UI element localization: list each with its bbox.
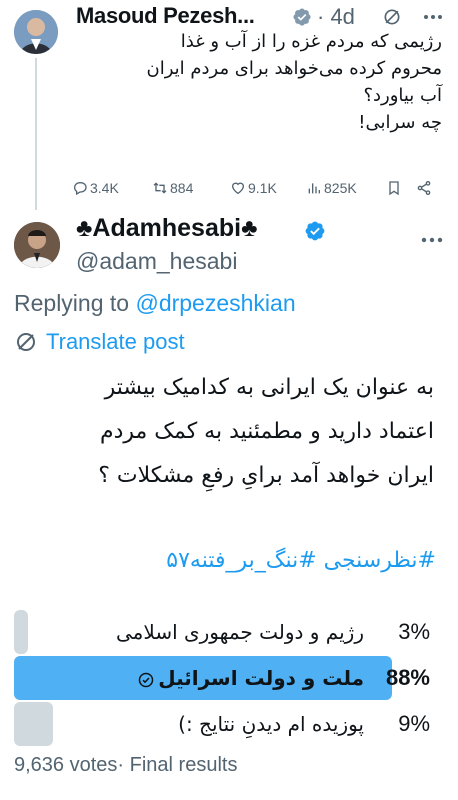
poll-option-label-text: ملت و دولت اسرائیل [158, 666, 364, 690]
text-line: اعتماد دارید و مطمئنید به کمک مردم [99, 419, 434, 444]
poll-option-percent: 9% [398, 711, 430, 736]
parent-timestamp[interactable]: · 4d [317, 4, 355, 30]
reply-tweet-text: به عنوان یک ایرانی به کدامیک بیشتر اعتما… [14, 366, 434, 498]
replying-prefix: Replying to [14, 290, 130, 316]
like-button[interactable]: 9.1K [230, 177, 277, 199]
repost-icon [153, 182, 167, 194]
poll-option-winner: ملت و دولت اسرائیل 88% [14, 656, 444, 700]
parent-action-bar: 3.4K 884 9.1K 825K [72, 177, 442, 199]
poll-bar [14, 610, 28, 654]
translate-label: Translate post [46, 329, 185, 354]
poll-option-percent: 88% [385, 665, 430, 690]
view-count: 825K [324, 180, 357, 196]
poll-option-label: پوزیده ام دیدنِ نتایج :) [178, 712, 364, 736]
reply-author-name[interactable]: ♣Adamhesabi♣ [76, 214, 257, 243]
replying-to: Replying to @drpezeshkian [14, 290, 296, 317]
poll-option-label: رژیم و دولت جمهوری اسلامی [116, 620, 364, 644]
poll-option-percent: 3% [398, 619, 430, 644]
reply-count: 3.4K [90, 180, 119, 196]
poll-vote-count: 9,636 votes [14, 754, 118, 776]
reply-handle[interactable]: @adam_hesabi [76, 248, 237, 275]
more-options-icon[interactable] [420, 232, 444, 248]
parent-tweet[interactable]: Masoud Pezesh... · 4d رژیمی که مردم غزه … [0, 0, 458, 210]
views-button[interactable]: 825K [306, 177, 357, 199]
share-icon [417, 181, 431, 195]
parent-avatar[interactable] [14, 10, 58, 54]
more-options-icon[interactable] [422, 9, 444, 25]
text-line: آب بیاورد؟ [363, 85, 442, 106]
translate-post-button[interactable]: Translate post [14, 327, 185, 357]
grok-translate-icon [17, 333, 35, 351]
text-line: ایران خواهد آمد برایِ رفعِ مشکلات ؟ [98, 463, 434, 488]
like-count: 9.1K [248, 180, 277, 196]
replying-mention-link[interactable]: @drpezeshkian [135, 290, 295, 316]
reply-button[interactable]: 3.4K [72, 177, 119, 199]
parent-tweet-text: رژیمی که مردم غزه را از آب و غذا محروم ک… [102, 28, 442, 136]
text-line: محروم کرده می‌خواهد برای مردم ایران [146, 58, 442, 79]
grok-icon[interactable] [382, 7, 402, 27]
repost-count: 884 [170, 180, 194, 196]
poll-bar [14, 702, 53, 746]
text-line: رژیمی که مردم غزه را از آب و غذا [180, 31, 442, 52]
reply-avatar[interactable] [14, 222, 60, 268]
bookmark-icon [389, 181, 399, 196]
poll-meta: 9,636 votes· Final results [14, 754, 237, 777]
text-line: چه سرابی! [358, 112, 442, 133]
reply-icon [73, 182, 87, 196]
poll-option: رژیم و دولت جمهوری اسلامی 3% [14, 610, 444, 654]
heart-icon [231, 182, 245, 195]
parent-header: Masoud Pezesh... · 4d [76, 3, 446, 31]
winner-check-icon [138, 672, 154, 687]
parent-author-name[interactable]: Masoud Pezesh... [76, 3, 255, 29]
repost-button[interactable]: 884 [152, 177, 193, 199]
bookmark-button[interactable] [386, 177, 404, 199]
poll-option-label: ملت و دولت اسرائیل [138, 656, 364, 700]
thread-connector [35, 58, 37, 210]
poll-status: · Final results [117, 754, 238, 776]
verified-badge-icon [293, 8, 311, 26]
text-line: به عنوان یک ایرانی به کدامیک بیشتر [104, 375, 434, 400]
share-button[interactable] [416, 177, 434, 199]
hashtag-links[interactable]: #نظرسنجی #ننگ_بر_فتنه۵۷ [166, 548, 436, 573]
views-icon [308, 183, 320, 194]
poll-option: پوزیده ام دیدنِ نتایج :) 9% [14, 702, 444, 746]
verified-badge-icon [305, 221, 325, 241]
